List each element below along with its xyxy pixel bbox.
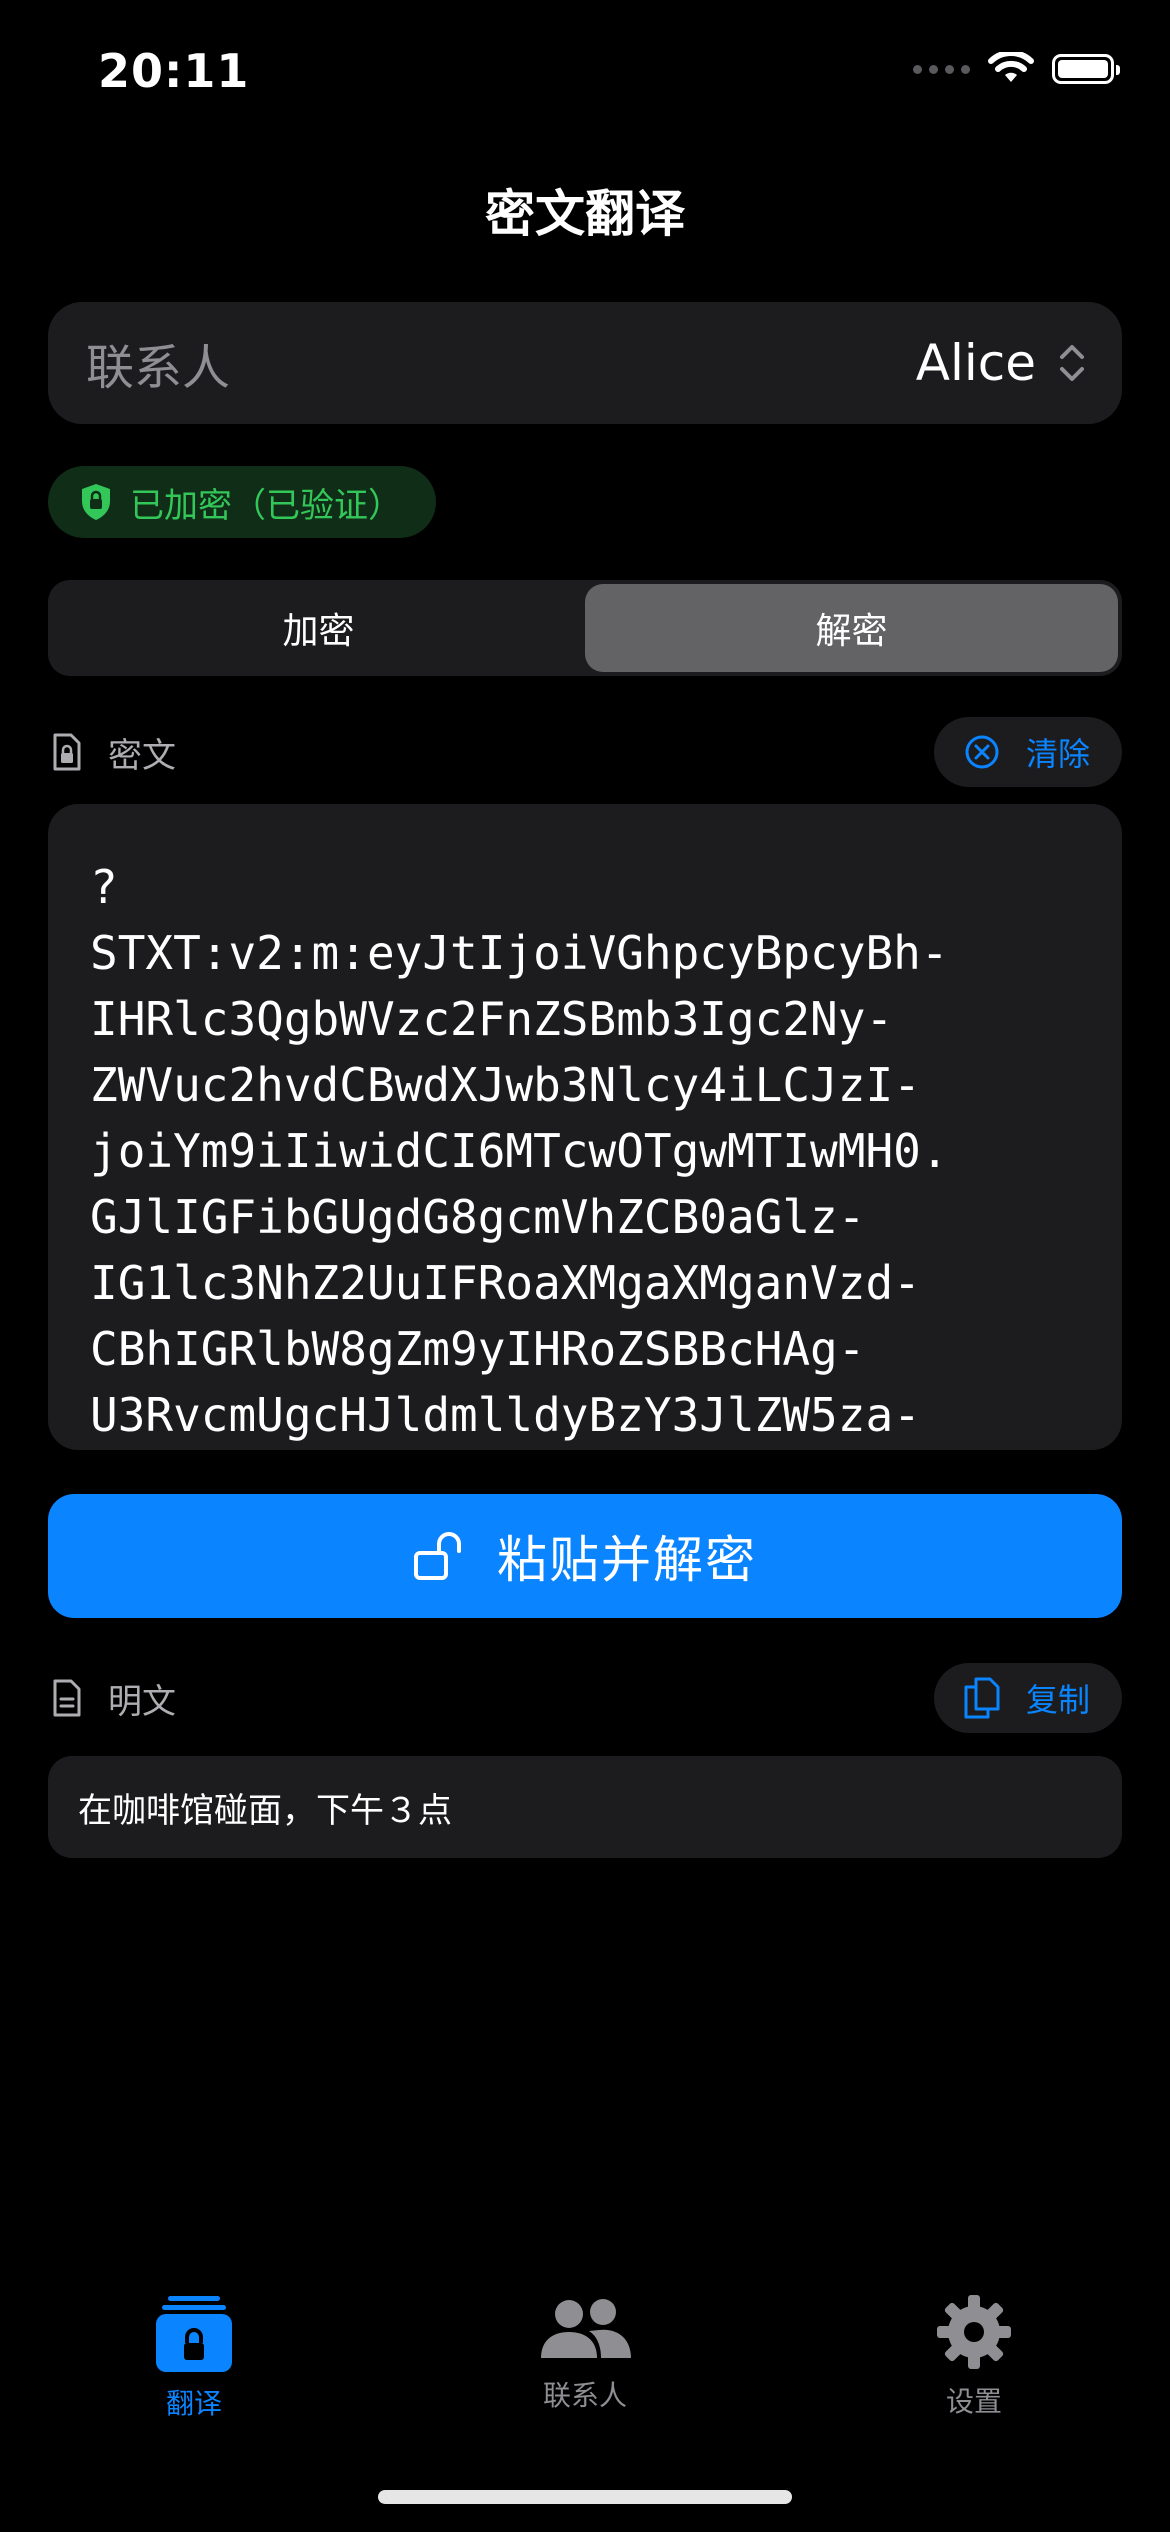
- badge-text: 已加密（已验证）: [130, 485, 402, 526]
- lock-stack-icon: [156, 2296, 232, 2372]
- ciphertext-label: 密文: [108, 735, 176, 776]
- ciphertext-field[interactable]: ? STXT:v2:m:eyJtIjoiVGhpcyBpcyBh- IHRlc3…: [48, 804, 1122, 1450]
- ciphertext-header: 密文 清除: [48, 716, 1122, 788]
- tab-translate-label: 翻译: [165, 2387, 222, 2420]
- segment-encrypt[interactable]: 加密: [52, 584, 585, 672]
- status-time: 20:11: [98, 44, 250, 98]
- cellular-signal-icon: [913, 64, 970, 74]
- unlock-icon: [414, 1532, 461, 1580]
- encryption-status-badge: 已加密（已验证）: [48, 466, 436, 538]
- plaintext-content: 在咖啡馆碰面，下午３点: [78, 1790, 452, 1831]
- plaintext-output: 在咖啡馆碰面，下午３点: [48, 1756, 1122, 1858]
- status-icons: [913, 52, 1120, 86]
- wifi-icon: [988, 52, 1034, 82]
- plaintext-label: 明文: [108, 1681, 176, 1722]
- copy-icon: [964, 1677, 1000, 1719]
- clear-circle-icon: [965, 735, 999, 769]
- contact-picker[interactable]: 联系人 Alice: [48, 302, 1122, 424]
- plaintext-header: 明文 复制: [48, 1662, 1122, 1734]
- tab-contacts[interactable]: 联系人: [465, 2294, 705, 2414]
- clear-button[interactable]: 清除: [933, 717, 1122, 787]
- tab-settings[interactable]: 设置: [854, 2294, 1094, 2420]
- paste-and-decrypt-button[interactable]: 粘贴并解密: [48, 1494, 1122, 1618]
- primary-button-label: 粘贴并解密: [497, 1531, 757, 1589]
- tab-settings-label: 设置: [945, 2385, 1002, 2418]
- home-indicator[interactable]: [378, 2490, 792, 2504]
- contact-value: Alice: [915, 334, 1036, 392]
- shield-lock-icon: [82, 484, 110, 520]
- clear-button-label: 清除: [1025, 735, 1090, 773]
- mode-segmented-control: 加密 解密: [48, 580, 1122, 676]
- doc-lock-icon: [53, 733, 81, 771]
- people-icon: [541, 2299, 631, 2358]
- tab-contacts-label: 联系人: [542, 2379, 627, 2412]
- copy-button-label: 复制: [1025, 1681, 1090, 1719]
- copy-button[interactable]: 复制: [933, 1663, 1122, 1733]
- battery-icon: [1052, 54, 1120, 84]
- segment-decrypt[interactable]: 解密: [585, 584, 1118, 672]
- ciphertext-content: ? STXT:v2:m:eyJtIjoiVGhpcyBpcyBh- IHRlc3…: [90, 860, 949, 1442]
- tab-translate[interactable]: 翻译: [74, 2294, 314, 2422]
- contact-label: 联系人: [86, 340, 231, 396]
- chevron-up-down-icon: [1060, 345, 1084, 381]
- gear-icon: [937, 2295, 1011, 2369]
- page-title: 密文翻译: [485, 185, 685, 243]
- document-icon: [53, 1679, 81, 1717]
